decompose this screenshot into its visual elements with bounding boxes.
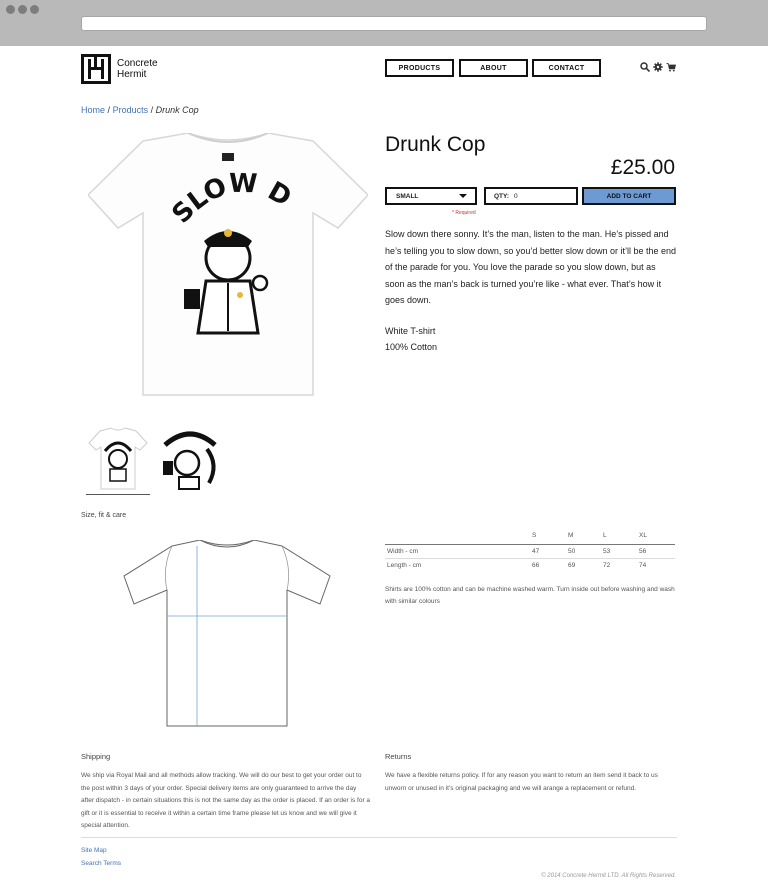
logo-line-2: Hermit: [117, 69, 147, 80]
logo-mark-icon: [81, 54, 111, 84]
address-bar[interactable]: [81, 16, 707, 31]
nav-about[interactable]: ABOUT: [459, 59, 528, 77]
size-col-xl: XL: [639, 532, 647, 539]
table-cell: 69: [568, 562, 576, 569]
size-col-m: M: [568, 532, 574, 539]
product-spec-material: White T-shirt: [385, 326, 436, 336]
footer-divider: [81, 837, 677, 838]
product-price: £25.00: [610, 156, 675, 179]
product-spec-fabric: 100% Cotton: [385, 342, 438, 352]
quantity-value[interactable]: 0: [514, 193, 518, 200]
chevron-down-icon: [459, 194, 467, 198]
required-note: * Required: [452, 210, 476, 216]
size-fit-care-heading: Size, fit & care: [81, 512, 127, 519]
logo[interactable]: Concrete Hermit: [81, 54, 158, 84]
copyright: © 2014 Concrete Hermit LTD. All Rights R…: [541, 873, 676, 879]
returns-text: We have a flexible returns policy. If fo…: [385, 772, 658, 792]
quantity-field[interactable]: QTY: 0: [484, 187, 578, 205]
table-row: Width - cm 47 50 53 56: [385, 545, 675, 559]
product-thumbnail[interactable]: [157, 425, 223, 491]
product-title: Drunk Cop: [385, 133, 486, 156]
table-row: Length - cm 66 69 72 74: [385, 559, 675, 573]
window-dot: [6, 5, 15, 14]
breadcrumb: Home / Products / Drunk Cop: [81, 105, 199, 115]
breadcrumb-products[interactable]: Products: [113, 105, 149, 115]
product-description: Slow down there sonny. It’s the man, lis…: [385, 229, 677, 305]
table-cell: 47: [532, 548, 540, 555]
browser-chrome: [0, 0, 768, 46]
table-cell: 72: [603, 562, 611, 569]
table-cell: 56: [639, 548, 647, 555]
shipping-heading: Shipping: [81, 752, 111, 761]
table-cell: 66: [532, 562, 540, 569]
add-to-cart-button[interactable]: ADD TO CART: [582, 187, 676, 205]
quantity-label: QTY:: [494, 192, 510, 200]
table-cell: 74: [639, 562, 647, 569]
row-label: Width - cm: [387, 548, 419, 555]
breadcrumb-separator: /: [107, 105, 111, 115]
logo-line-1: Concrete: [117, 58, 158, 69]
size-select-value: SMALL: [396, 192, 419, 200]
care-instructions: Shirts are 100% cotton and can be machin…: [385, 586, 675, 605]
product-image[interactable]: SLOW DOWN N!: [88, 133, 368, 401]
returns-heading: Returns: [385, 752, 412, 761]
table-cell: 53: [603, 548, 611, 555]
gear-icon[interactable]: [653, 62, 663, 72]
neck-label: [222, 153, 234, 161]
footer-link-site-map[interactable]: Site Map: [81, 847, 107, 854]
window-dot: [30, 5, 39, 14]
row-label: Length - cm: [387, 562, 422, 569]
size-table-header: S M L XL: [385, 529, 675, 545]
size-col-l: L: [603, 532, 607, 539]
size-select[interactable]: SMALL: [385, 187, 477, 205]
nav-contact[interactable]: CONTACT: [532, 59, 601, 77]
size-col-s: S: [532, 532, 537, 539]
product-thumbnail[interactable]: [85, 425, 151, 491]
tshirt-size-diagram: [123, 540, 331, 727]
shipping-text: We ship via Royal Mail and all methods a…: [81, 772, 371, 829]
search-icon[interactable]: [640, 62, 650, 72]
breadcrumb-home[interactable]: Home: [81, 105, 105, 115]
breadcrumb-current: Drunk Cop: [155, 105, 199, 115]
breadcrumb-separator: /: [150, 105, 154, 115]
size-table: S M L XL Width - cm 47 50 53 56 Length -…: [385, 529, 675, 573]
nav-products[interactable]: PRODUCTS: [385, 59, 454, 77]
active-thumbnail-indicator: [86, 494, 150, 495]
cart-icon[interactable]: [666, 62, 676, 72]
window-dot: [18, 5, 27, 14]
logo-text: Concrete Hermit: [117, 58, 158, 80]
table-cell: 50: [568, 548, 576, 555]
footer-link-search-terms[interactable]: Search Terms: [81, 860, 121, 867]
